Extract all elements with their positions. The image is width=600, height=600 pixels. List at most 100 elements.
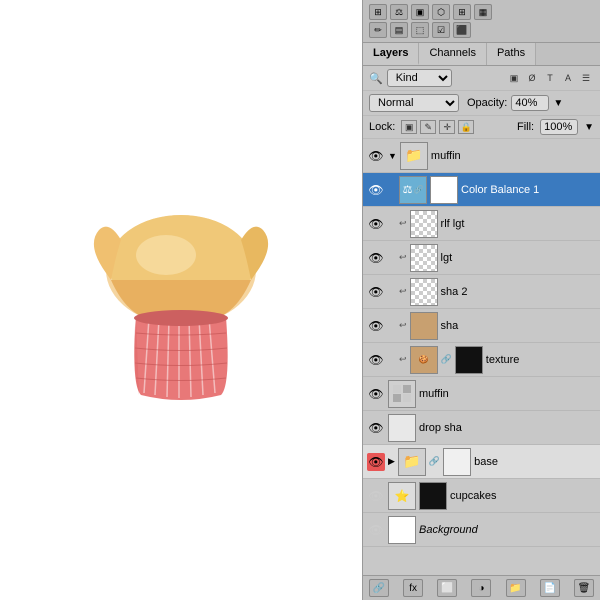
icon-adjust[interactable]: Ø bbox=[524, 71, 540, 85]
clipping-icon: ↩ bbox=[399, 218, 407, 229]
layer-thumb: 🍪 bbox=[410, 346, 438, 374]
lock-transparent-icon[interactable]: ▣ bbox=[401, 120, 417, 134]
row-icons: ▣ Ø T A ☰ bbox=[506, 71, 594, 85]
clipping-icon: ↩ bbox=[399, 354, 407, 365]
opacity-input[interactable] bbox=[511, 95, 549, 111]
tb-icon-1[interactable]: ⊞ bbox=[369, 4, 387, 20]
layer-lgt[interactable]: 👁 ↩ lgt bbox=[363, 241, 600, 275]
visibility-icon[interactable]: 👁 bbox=[367, 453, 385, 471]
layer-thumb bbox=[388, 516, 416, 544]
tb-icon-11[interactable]: ⬛ bbox=[453, 22, 471, 38]
tb-icon-4[interactable]: ⬡ bbox=[432, 4, 450, 20]
clipping-icon: ↩ bbox=[399, 286, 407, 297]
icon-pixel[interactable]: ▣ bbox=[506, 71, 522, 85]
layers-list[interactable]: 👁 ▼ 📁 muffin 👁 ⚖ 🔗 Color Balance 1 👁 ↩ r… bbox=[363, 139, 600, 575]
new-layer-icon[interactable]: 📄 bbox=[540, 579, 560, 597]
tb-icon-9[interactable]: ⬚ bbox=[411, 22, 429, 38]
tb-icon-3[interactable]: ▣ bbox=[411, 4, 429, 20]
icon-type[interactable]: T bbox=[542, 71, 558, 85]
lock-label: Lock: bbox=[369, 121, 395, 133]
blend-mode-select[interactable]: Normal bbox=[369, 94, 459, 112]
layer-thumb bbox=[410, 278, 438, 306]
layer-name: rlf lgt bbox=[441, 218, 596, 230]
layer-name: muffin bbox=[431, 150, 596, 162]
visibility-icon[interactable]: 👁 bbox=[367, 419, 385, 437]
visibility-icon[interactable]: 👁 bbox=[367, 317, 385, 335]
fill-arrow[interactable]: ▼ bbox=[584, 122, 594, 133]
layer-drop-sha[interactable]: 👁 drop sha bbox=[363, 411, 600, 445]
visibility-icon[interactable]: 👁 bbox=[367, 521, 385, 539]
layer-mask-thumb bbox=[443, 448, 471, 476]
layer-thumb: 📁 bbox=[398, 448, 426, 476]
delete-icon[interactable]: 🗑 bbox=[574, 579, 594, 597]
layer-rlf-lgt[interactable]: 👁 ↩ rlf lgt bbox=[363, 207, 600, 241]
layer-color-balance[interactable]: 👁 ⚖ 🔗 Color Balance 1 bbox=[363, 173, 600, 207]
visibility-icon[interactable]: 👁 bbox=[367, 385, 385, 403]
layer-sha[interactable]: 👁 ↩ sha bbox=[363, 309, 600, 343]
kind-select[interactable]: Kind bbox=[387, 69, 452, 87]
mask-icon[interactable]: ⬜ bbox=[437, 579, 457, 597]
layer-thumb bbox=[410, 244, 438, 272]
opacity-label: Opacity: bbox=[467, 97, 507, 109]
layer-cupcakes[interactable]: 👁 ⭐ cupcakes bbox=[363, 479, 600, 513]
layer-name: muffin bbox=[419, 388, 596, 400]
layer-thumb: 📁 bbox=[400, 142, 428, 170]
fx-icon[interactable]: fx bbox=[403, 579, 423, 597]
tb-icon-7[interactable]: ✏ bbox=[369, 22, 387, 38]
layer-name: drop sha bbox=[419, 422, 596, 434]
visibility-icon[interactable]: 👁 bbox=[367, 147, 385, 165]
visibility-icon[interactable]: 👁 bbox=[367, 215, 385, 233]
visibility-icon[interactable]: 👁 bbox=[367, 181, 385, 199]
fill-label: Fill: bbox=[517, 121, 534, 133]
group-icon[interactable]: 📁 bbox=[506, 579, 526, 597]
layer-base-group[interactable]: 👁 ▶ 📁 🔗 base bbox=[363, 445, 600, 479]
link-icon[interactable]: 🔗 bbox=[369, 579, 389, 597]
layer-muffin-group[interactable]: 👁 ▼ 📁 muffin bbox=[363, 139, 600, 173]
visibility-icon[interactable]: 👁 bbox=[367, 351, 385, 369]
visibility-icon[interactable]: 👁 bbox=[367, 283, 385, 301]
layer-muffin-group2[interactable]: 👁 muffin bbox=[363, 377, 600, 411]
tb-icon-2[interactable]: ⚖ bbox=[390, 4, 408, 20]
opacity-arrow[interactable]: ▼ bbox=[553, 98, 563, 109]
layer-sha2[interactable]: 👁 ↩ sha 2 bbox=[363, 275, 600, 309]
tb-icon-6[interactable]: ▦ bbox=[474, 4, 492, 20]
tb-icon-8[interactable]: ▤ bbox=[390, 22, 408, 38]
fill-input[interactable] bbox=[540, 119, 578, 135]
layer-thumb bbox=[410, 312, 438, 340]
visibility-icon[interactable]: 👁 bbox=[367, 249, 385, 267]
tb-icon-10[interactable]: ☑ bbox=[432, 22, 450, 38]
expand-arrow[interactable]: ▼ bbox=[388, 151, 397, 161]
tab-channels[interactable]: Channels bbox=[419, 43, 486, 65]
layer-thumb: ⚖ 🔗 bbox=[399, 176, 427, 204]
layer-thumb: ⭐ bbox=[388, 482, 416, 510]
blend-row: Normal Opacity: ▼ bbox=[363, 91, 600, 116]
expand-arrow[interactable]: ▶ bbox=[388, 456, 395, 467]
tabs: Layers Channels Paths bbox=[363, 43, 600, 66]
canvas-area bbox=[0, 0, 362, 600]
layer-name: texture bbox=[486, 354, 596, 366]
layer-name: sha 2 bbox=[441, 286, 596, 298]
visibility-icon[interactable]: 👁 bbox=[367, 487, 385, 505]
tab-paths[interactable]: Paths bbox=[487, 43, 536, 65]
layer-thumb bbox=[388, 380, 416, 408]
layer-name: lgt bbox=[441, 252, 596, 264]
layer-thumb bbox=[410, 210, 438, 238]
layer-texture[interactable]: 👁 ↩ 🍪 🔗 texture bbox=[363, 343, 600, 377]
lock-image-icon[interactable]: ✎ bbox=[420, 120, 436, 134]
adjustment-icon[interactable]: ◑ bbox=[471, 579, 491, 597]
tab-layers[interactable]: Layers bbox=[363, 43, 419, 65]
layer-black-thumb bbox=[419, 482, 447, 510]
lock-all-icon[interactable]: 🔒 bbox=[458, 120, 474, 134]
layer-background[interactable]: 👁 Background bbox=[363, 513, 600, 547]
right-panel: ⊞ ⚖ ▣ ⬡ ⊞ ▦ ✏ ▤ ⬚ ☑ ⬛ Layers Channels Pa… bbox=[362, 0, 600, 600]
kind-row: 🔍 Kind ▣ Ø T A ☰ bbox=[363, 66, 600, 91]
lock-row: Lock: ▣ ✎ ✛ 🔒 Fill: ▼ bbox=[363, 116, 600, 139]
icon-more[interactable]: ☰ bbox=[578, 71, 594, 85]
kind-label: 🔍 bbox=[369, 72, 383, 85]
layer-mask-thumb bbox=[430, 176, 458, 204]
icon-shape[interactable]: A bbox=[560, 71, 576, 85]
tb-icon-5[interactable]: ⊞ bbox=[453, 4, 471, 20]
layer-name: cupcakes bbox=[450, 490, 596, 502]
muffin-illustration bbox=[81, 185, 281, 415]
lock-position-icon[interactable]: ✛ bbox=[439, 120, 455, 134]
